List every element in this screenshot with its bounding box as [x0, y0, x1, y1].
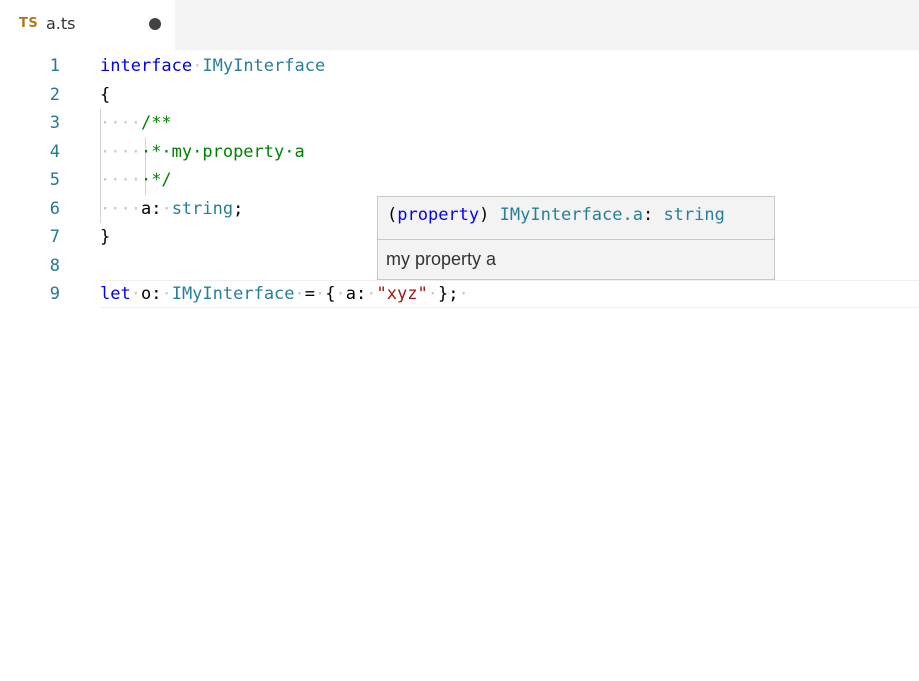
- tab-bar: TS a.ts: [0, 0, 919, 50]
- code-line-5[interactable]: ·····*/: [100, 166, 172, 195]
- code-editor[interactable]: 1 2 3 4 5 6 7 8 9 interface·IMyInterface…: [0, 50, 919, 681]
- line-number: 1: [49, 56, 60, 76]
- variable-name: o:: [140, 284, 162, 304]
- line-number: 6: [49, 198, 60, 219]
- type-name: string: [663, 205, 725, 225]
- whitespace-marker: ·: [458, 284, 469, 304]
- semicolon: ;: [233, 198, 244, 219]
- whitespace-marker: ·: [161, 284, 172, 304]
- keyword: let: [100, 284, 131, 304]
- type-name: IMyInterface: [202, 56, 326, 76]
- colon: :: [642, 205, 654, 225]
- line-number: 9: [49, 284, 60, 304]
- qualified-name: IMyInterface.a: [499, 205, 643, 225]
- typescript-icon: TS: [19, 16, 39, 31]
- whitespace-marker: ·: [427, 284, 438, 304]
- whitespace-marker: ·: [130, 284, 141, 304]
- type-name: IMyInterface: [171, 284, 295, 304]
- whitespace-marker: ·: [315, 284, 326, 304]
- code-line-2[interactable]: {: [100, 81, 110, 110]
- symbol-kind: property: [397, 205, 480, 225]
- tab-label: a.ts: [46, 14, 76, 33]
- line-number: 2: [49, 84, 60, 105]
- line-number: 8: [49, 255, 60, 276]
- string-literal: "xyz": [376, 284, 428, 304]
- code-line-6[interactable]: ····a:·string;: [100, 195, 243, 224]
- whitespace-marker: ·: [161, 198, 172, 219]
- brace: {: [100, 84, 111, 105]
- keyword: interface: [100, 56, 193, 76]
- property-name: a:: [345, 284, 367, 304]
- whitespace-marker: ·: [335, 284, 346, 304]
- paren: (: [387, 205, 398, 225]
- hover-divider: [378, 239, 774, 240]
- type-name: string: [171, 198, 234, 219]
- line-number: 5: [49, 170, 60, 190]
- hover-signature: (property) IMyInterface.a: string: [387, 205, 725, 225]
- paren: ): [479, 205, 490, 225]
- line-number: 3: [49, 113, 60, 133]
- whitespace-marker: ····: [100, 170, 141, 190]
- code-line-3[interactable]: ····/**: [100, 109, 172, 138]
- whitespace-marker: ····: [100, 113, 141, 133]
- operator: =: [304, 284, 316, 304]
- whitespace-marker: ····: [100, 141, 141, 162]
- unsaved-dot-icon[interactable]: [149, 18, 161, 30]
- comment: ·*·my·property·a: [140, 141, 305, 162]
- property-name: a:: [140, 198, 162, 219]
- code-line-7[interactable]: }: [100, 223, 110, 252]
- hover-documentation: my property a: [386, 249, 497, 269]
- hover-tooltip: (property) IMyInterface.a: string my pro…: [377, 196, 775, 280]
- code-line-4[interactable]: ·····*·my·property·a: [100, 138, 305, 167]
- brace: };: [437, 284, 459, 304]
- tab-a-ts[interactable]: TS a.ts: [0, 0, 175, 50]
- code-line-1[interactable]: interface·IMyInterface: [100, 52, 325, 81]
- line-number: 4: [49, 141, 60, 162]
- brace: }: [100, 227, 111, 247]
- comment: /**: [140, 113, 172, 133]
- whitespace-marker: ·: [192, 56, 203, 76]
- line-number: 7: [49, 227, 60, 247]
- comment: ·*/: [140, 170, 172, 190]
- brace: {: [325, 284, 336, 304]
- whitespace-marker: ····: [100, 198, 141, 219]
- code-line-9[interactable]: let·o:·IMyInterface·=·{·a:·"xyz"·};·: [100, 280, 469, 309]
- whitespace-marker: ·: [294, 284, 305, 304]
- whitespace-marker: ·: [366, 284, 377, 304]
